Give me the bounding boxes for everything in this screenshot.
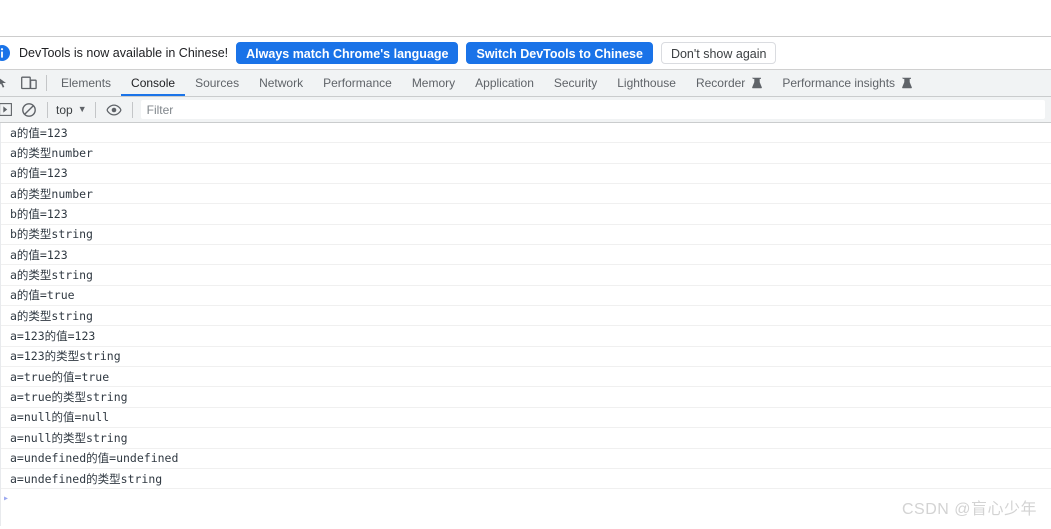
console-message-row: a的类型string bbox=[1, 265, 1051, 286]
tab-network[interactable]: Network bbox=[249, 70, 313, 96]
console-message-row: a的类型number bbox=[1, 143, 1051, 164]
console-sidebar-toggle-icon[interactable] bbox=[0, 97, 16, 123]
console-message-row: a=null的值=null bbox=[1, 408, 1051, 429]
execution-context-label: top bbox=[56, 102, 73, 117]
csdn-watermark: CSDN @盲心少年 bbox=[901, 501, 1037, 518]
devtools-window: DevTools is now available in Chinese! Al… bbox=[0, 37, 1051, 529]
tab-application[interactable]: Application bbox=[465, 70, 544, 96]
experiment-flask-icon bbox=[901, 77, 912, 89]
console-toolbar: top ▼ bbox=[0, 97, 1051, 123]
console-message-row: a=null的类型string bbox=[1, 428, 1051, 449]
devtools-panel-tabbar: Elements Console Sources Network Perform… bbox=[0, 70, 1051, 97]
tab-elements[interactable]: Elements bbox=[51, 70, 121, 96]
tab-performance[interactable]: Performance bbox=[313, 70, 402, 96]
console-message-row: a的值=123 bbox=[1, 245, 1051, 266]
tab-label: Application bbox=[475, 76, 534, 90]
console-message-row: a的类型string bbox=[1, 306, 1051, 327]
tab-memory[interactable]: Memory bbox=[402, 70, 465, 96]
tab-label: Security bbox=[553, 76, 598, 90]
tab-security[interactable]: Security bbox=[544, 70, 607, 96]
tab-sources[interactable]: Sources bbox=[185, 70, 249, 96]
devtools-language-banner: DevTools is now available in Chinese! Al… bbox=[0, 37, 1051, 70]
execution-context-selector[interactable]: top ▼ bbox=[53, 103, 90, 117]
console-message-row: a=123的类型string bbox=[1, 347, 1051, 368]
tab-label: Performance insights bbox=[782, 76, 896, 90]
tab-lighthouse[interactable]: Lighthouse bbox=[607, 70, 686, 96]
tab-label: Recorder bbox=[695, 76, 746, 90]
switch-devtools-to-chinese-button[interactable]: Switch DevTools to Chinese bbox=[466, 42, 653, 64]
tab-label: Lighthouse bbox=[617, 76, 676, 90]
console-message-row: a=undefined的值=undefined bbox=[1, 449, 1051, 469]
console-message-row: a的值=123 bbox=[1, 123, 1051, 144]
console-message-row: a的值=true bbox=[1, 286, 1051, 307]
console-filter-input[interactable] bbox=[140, 100, 1045, 119]
toolbar-divider bbox=[47, 101, 48, 118]
tab-label: Network bbox=[259, 76, 304, 90]
console-message-row: a的值=123 bbox=[1, 164, 1051, 185]
console-message-row: b的值=123 bbox=[1, 204, 1051, 225]
console-prompt[interactable]: ▸ bbox=[1, 489, 1051, 509]
chevron-down-icon: ▼ bbox=[77, 104, 87, 114]
console-message-row: a=true的类型string bbox=[1, 387, 1051, 408]
tab-label: Elements bbox=[61, 76, 112, 90]
tab-label: Memory bbox=[411, 76, 456, 90]
always-match-chrome-language-button[interactable]: Always match Chrome's language bbox=[236, 42, 459, 64]
console-message-row: b的类型string bbox=[1, 225, 1051, 246]
toolbar-divider bbox=[94, 101, 96, 118]
experiment-flask-icon bbox=[751, 77, 763, 89]
console-message-row: a的类型number bbox=[1, 184, 1051, 205]
web-page-viewport bbox=[0, 0, 1051, 37]
console-message-row: a=undefined的类型string bbox=[1, 469, 1051, 490]
device-toolbar-icon[interactable] bbox=[16, 70, 42, 96]
inspect-element-icon[interactable] bbox=[0, 70, 16, 96]
tab-label: Console bbox=[131, 76, 176, 90]
live-expression-eye-icon[interactable] bbox=[101, 97, 127, 123]
tab-label: Performance bbox=[323, 76, 392, 90]
clear-console-icon[interactable] bbox=[16, 97, 42, 123]
tab-performance-insights[interactable]: Performance insights bbox=[772, 70, 922, 96]
dont-show-again-button[interactable]: Don't show again bbox=[660, 42, 777, 64]
toolbar-divider bbox=[46, 75, 47, 91]
banner-message: DevTools is now available in Chinese! bbox=[19, 46, 229, 60]
prompt-caret-icon: ▸ bbox=[3, 493, 10, 505]
tab-console[interactable]: Console bbox=[121, 70, 186, 96]
toolbar-divider bbox=[131, 101, 133, 118]
tab-recorder[interactable]: Recorder bbox=[686, 70, 772, 96]
info-circle-icon bbox=[0, 45, 10, 61]
console-message-row: a=123的值=123 bbox=[1, 326, 1051, 347]
tab-label: Sources bbox=[195, 76, 240, 90]
console-message-row: a=true的值=true bbox=[1, 367, 1051, 388]
console-message-list[interactable]: a的值=123 a的类型number a的值=123 a的类型number b的… bbox=[0, 123, 1051, 526]
